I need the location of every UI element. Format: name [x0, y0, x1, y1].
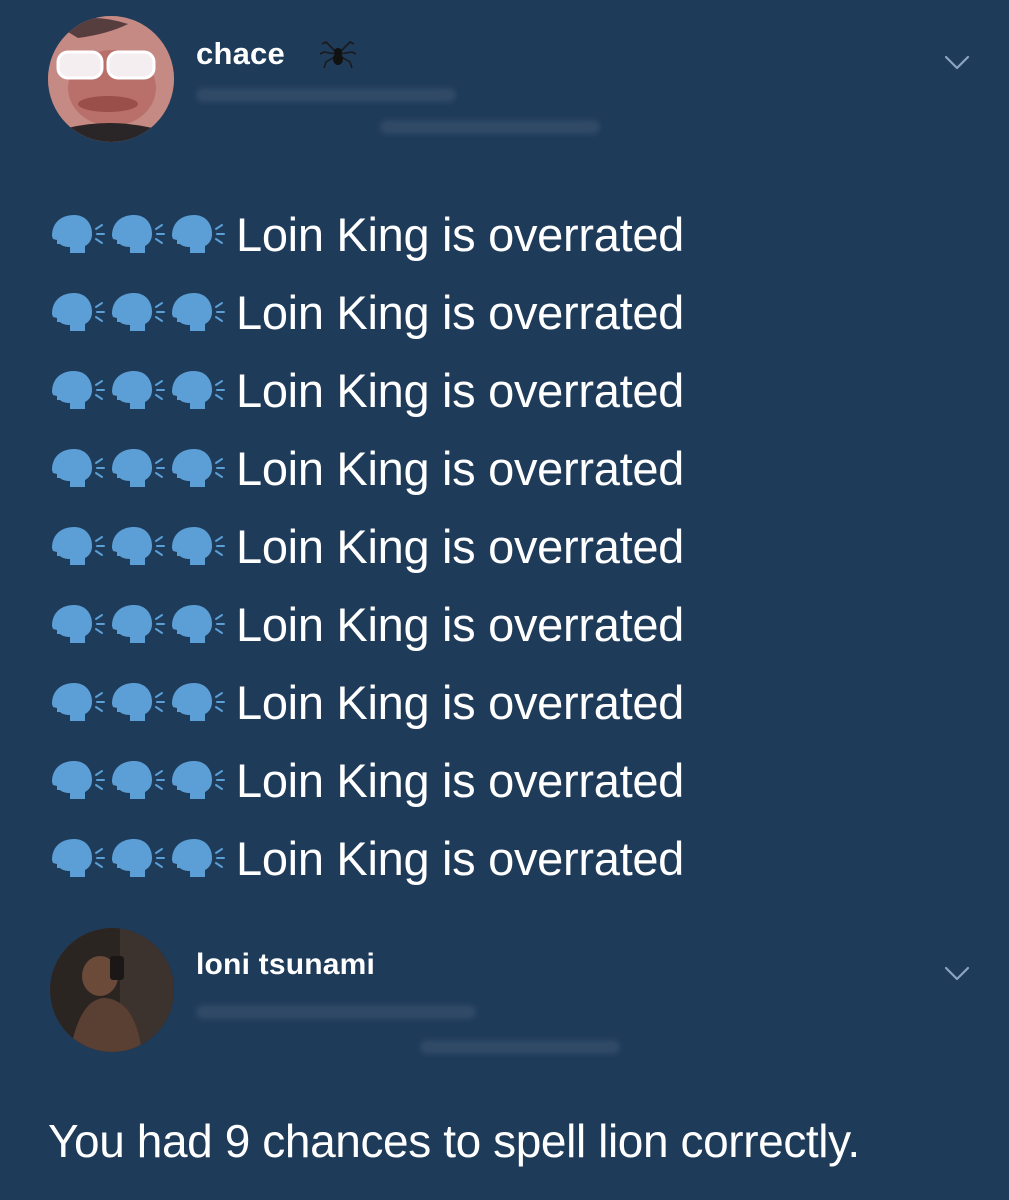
- tweet-line: Loin King is overrated: [48, 819, 684, 897]
- tweet-line: Loin King is overrated: [48, 351, 684, 429]
- avatar-image: [50, 928, 174, 1052]
- tweet-line: Loin King is overrated: [48, 429, 684, 507]
- tweet-line: Loin King is overrated: [48, 507, 684, 585]
- blurred-timestamp: [420, 1040, 620, 1054]
- speaking-head-icon: [112, 761, 165, 799]
- avatar[interactable]: [48, 16, 174, 142]
- speaking-head-icon: [172, 293, 225, 331]
- spider-icon: [319, 41, 357, 69]
- tweet-line-text: Loin King is overrated: [236, 597, 685, 651]
- speaking-head-emoji-group: [48, 290, 236, 334]
- chevron-down-icon[interactable]: [944, 966, 970, 982]
- avatar[interactable]: [50, 928, 174, 1052]
- speaking-head-icon: [52, 839, 105, 877]
- speaking-head-emoji-group: [48, 524, 236, 568]
- speaking-head-icon: [112, 527, 165, 565]
- speaking-head-icon: [52, 761, 105, 799]
- speaking-head-icon: [112, 605, 165, 643]
- speaking-head-emoji-group: [48, 212, 236, 256]
- speaking-head-icon: [52, 215, 105, 253]
- tweet-line: Loin King is overrated: [48, 585, 684, 663]
- speaking-head-icon: [52, 293, 105, 331]
- speaking-head-icon: [172, 371, 225, 409]
- blurred-handle: [196, 88, 456, 102]
- tweet-line-text: Loin King is overrated: [236, 753, 685, 807]
- speaking-head-icon: [52, 605, 105, 643]
- speaking-head-icon: [172, 215, 225, 253]
- avatar-image: [48, 16, 174, 142]
- speaking-head-icon: [172, 683, 225, 721]
- speaking-head-icon: [172, 449, 225, 487]
- tweet-line: Loin King is overrated: [48, 273, 684, 351]
- speaking-head-icon: [112, 449, 165, 487]
- tweet-line: Loin King is overrated: [48, 663, 684, 741]
- blurred-handle: [196, 1005, 476, 1019]
- speaking-head-emoji-group: [48, 836, 236, 880]
- tweet-body: Loin King is overrated Loin King is overr…: [48, 195, 684, 897]
- tweet-text: You had 9 chances to spell lion correctl…: [48, 1115, 860, 1167]
- chevron-down-icon[interactable]: [944, 55, 970, 71]
- tweet-line-text: Loin King is overrated: [236, 519, 685, 573]
- tweet-line-text: Loin King is overrated: [236, 207, 685, 261]
- speaking-head-icon: [172, 839, 225, 877]
- speaking-head-icon: [52, 683, 105, 721]
- speaking-head-emoji-group: [48, 368, 236, 412]
- speaking-head-icon: [112, 215, 165, 253]
- display-name[interactable]: chace: [196, 36, 285, 72]
- tweet-line-text: Loin King is overrated: [236, 831, 685, 885]
- tweet-line: Loin King is overrated: [48, 741, 684, 819]
- speaking-head-icon: [172, 527, 225, 565]
- speaking-head-icon: [52, 527, 105, 565]
- speaking-head-icon: [112, 293, 165, 331]
- speaking-head-icon: [112, 683, 165, 721]
- speaking-head-icon: [112, 839, 165, 877]
- tweet-line-text: Loin King is overrated: [236, 441, 685, 495]
- speaking-head-emoji-group: [48, 602, 236, 646]
- speaking-head-icon: [52, 371, 105, 409]
- speaking-head-icon: [172, 761, 225, 799]
- tweet-line-text: Loin King is overrated: [236, 675, 685, 729]
- speaking-head-icon: [52, 449, 105, 487]
- tweet-line-text: Loin King is overrated: [236, 285, 685, 339]
- blurred-timestamp: [380, 120, 600, 134]
- speaking-head-emoji-group: [48, 446, 236, 490]
- speaking-head-emoji-group: [48, 758, 236, 802]
- tweet: chace Loin King is overrated Loin King is…: [0, 0, 1009, 900]
- speaking-head-icon: [112, 371, 165, 409]
- speaking-head-emoji-group: [48, 680, 236, 724]
- tweet-line: Loin King is overrated: [48, 195, 684, 273]
- speaking-head-icon: [172, 605, 225, 643]
- tweet-line-text: Loin King is overrated: [236, 363, 685, 417]
- tweet: loni tsunami You had 9 chances to spell …: [0, 900, 1009, 1200]
- display-name[interactable]: loni tsunami: [196, 948, 375, 982]
